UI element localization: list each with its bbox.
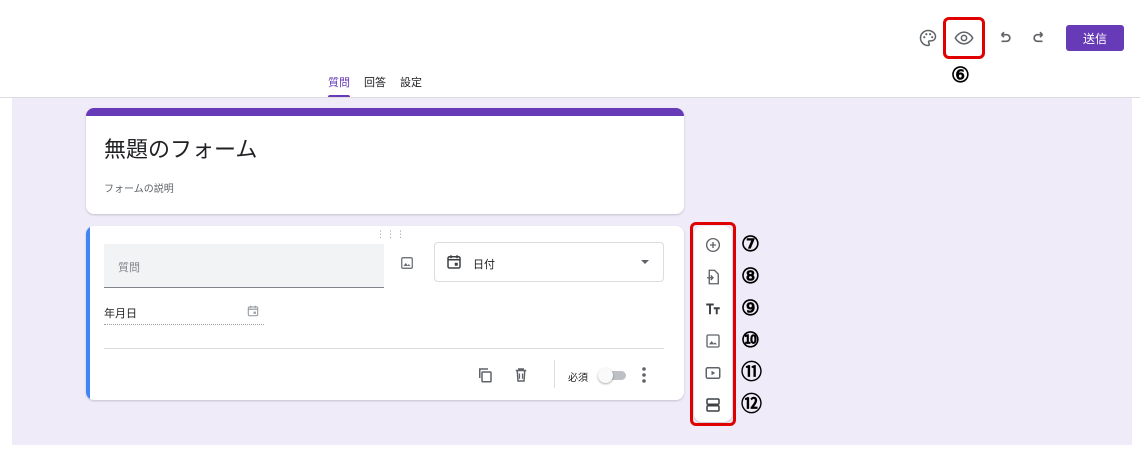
undo-icon[interactable] [990, 24, 1018, 52]
duplicate-icon[interactable] [474, 364, 496, 386]
footer-vertical-divider [554, 360, 555, 388]
question-type-select[interactable]: 日付 [434, 242, 664, 282]
title-card-accent-bar [86, 108, 684, 116]
sidebar-highlight-box [690, 222, 736, 426]
palette-icon[interactable] [914, 24, 942, 52]
redo-icon[interactable] [1026, 24, 1054, 52]
question-title-input[interactable]: 質問 [104, 244, 384, 288]
annotation-6: ⑥ [951, 62, 970, 87]
preview-highlight-box [943, 17, 985, 59]
question-card[interactable]: ⋮⋮⋮ 質問 日付 年月日 必須 [86, 226, 684, 400]
active-card-indicator [86, 226, 90, 400]
required-label: 必須 [568, 373, 588, 384]
tab-settings[interactable]: 設定 [400, 74, 422, 98]
date-placeholder: 年月日 [104, 307, 137, 320]
delete-icon[interactable] [510, 364, 532, 386]
tab-responses[interactable]: 回答 [364, 74, 386, 98]
more-options-icon[interactable] [636, 364, 652, 386]
top-bar: 送信 ⑥ 質問 回答 設定 [0, 0, 1140, 98]
question-type-label: 日付 [473, 258, 495, 271]
annotation-10: ⑩ [741, 327, 760, 352]
date-answer-field: 年月日 [104, 302, 264, 325]
form-title-card[interactable]: 無題のフォーム フォームの説明 [86, 108, 684, 214]
send-button[interactable]: 送信 [1066, 25, 1124, 51]
tab-questions[interactable]: 質問 [328, 74, 350, 98]
annotation-12: ⑫ [741, 391, 762, 416]
annotation-9: ⑨ [741, 295, 760, 320]
add-question-image-icon[interactable] [396, 252, 418, 274]
card-footer-divider [104, 348, 664, 349]
annotation-8: ⑧ [741, 263, 760, 288]
calendar-icon [445, 253, 463, 275]
date-calendar-icon [246, 304, 260, 321]
chevron-down-icon [641, 260, 649, 264]
annotation-7: ⑦ [741, 231, 760, 256]
toggle-knob [598, 368, 613, 383]
required-toggle[interactable] [598, 368, 626, 383]
form-title[interactable]: 無題のフォーム [104, 132, 257, 164]
drag-handle-icon[interactable]: ⋮⋮⋮ [376, 230, 406, 240]
form-description[interactable]: フォームの説明 [104, 180, 174, 195]
annotation-11: ⑪ [741, 359, 762, 384]
question-placeholder: 質問 [118, 261, 140, 274]
tab-bar: 質問 回答 設定 [328, 74, 422, 98]
